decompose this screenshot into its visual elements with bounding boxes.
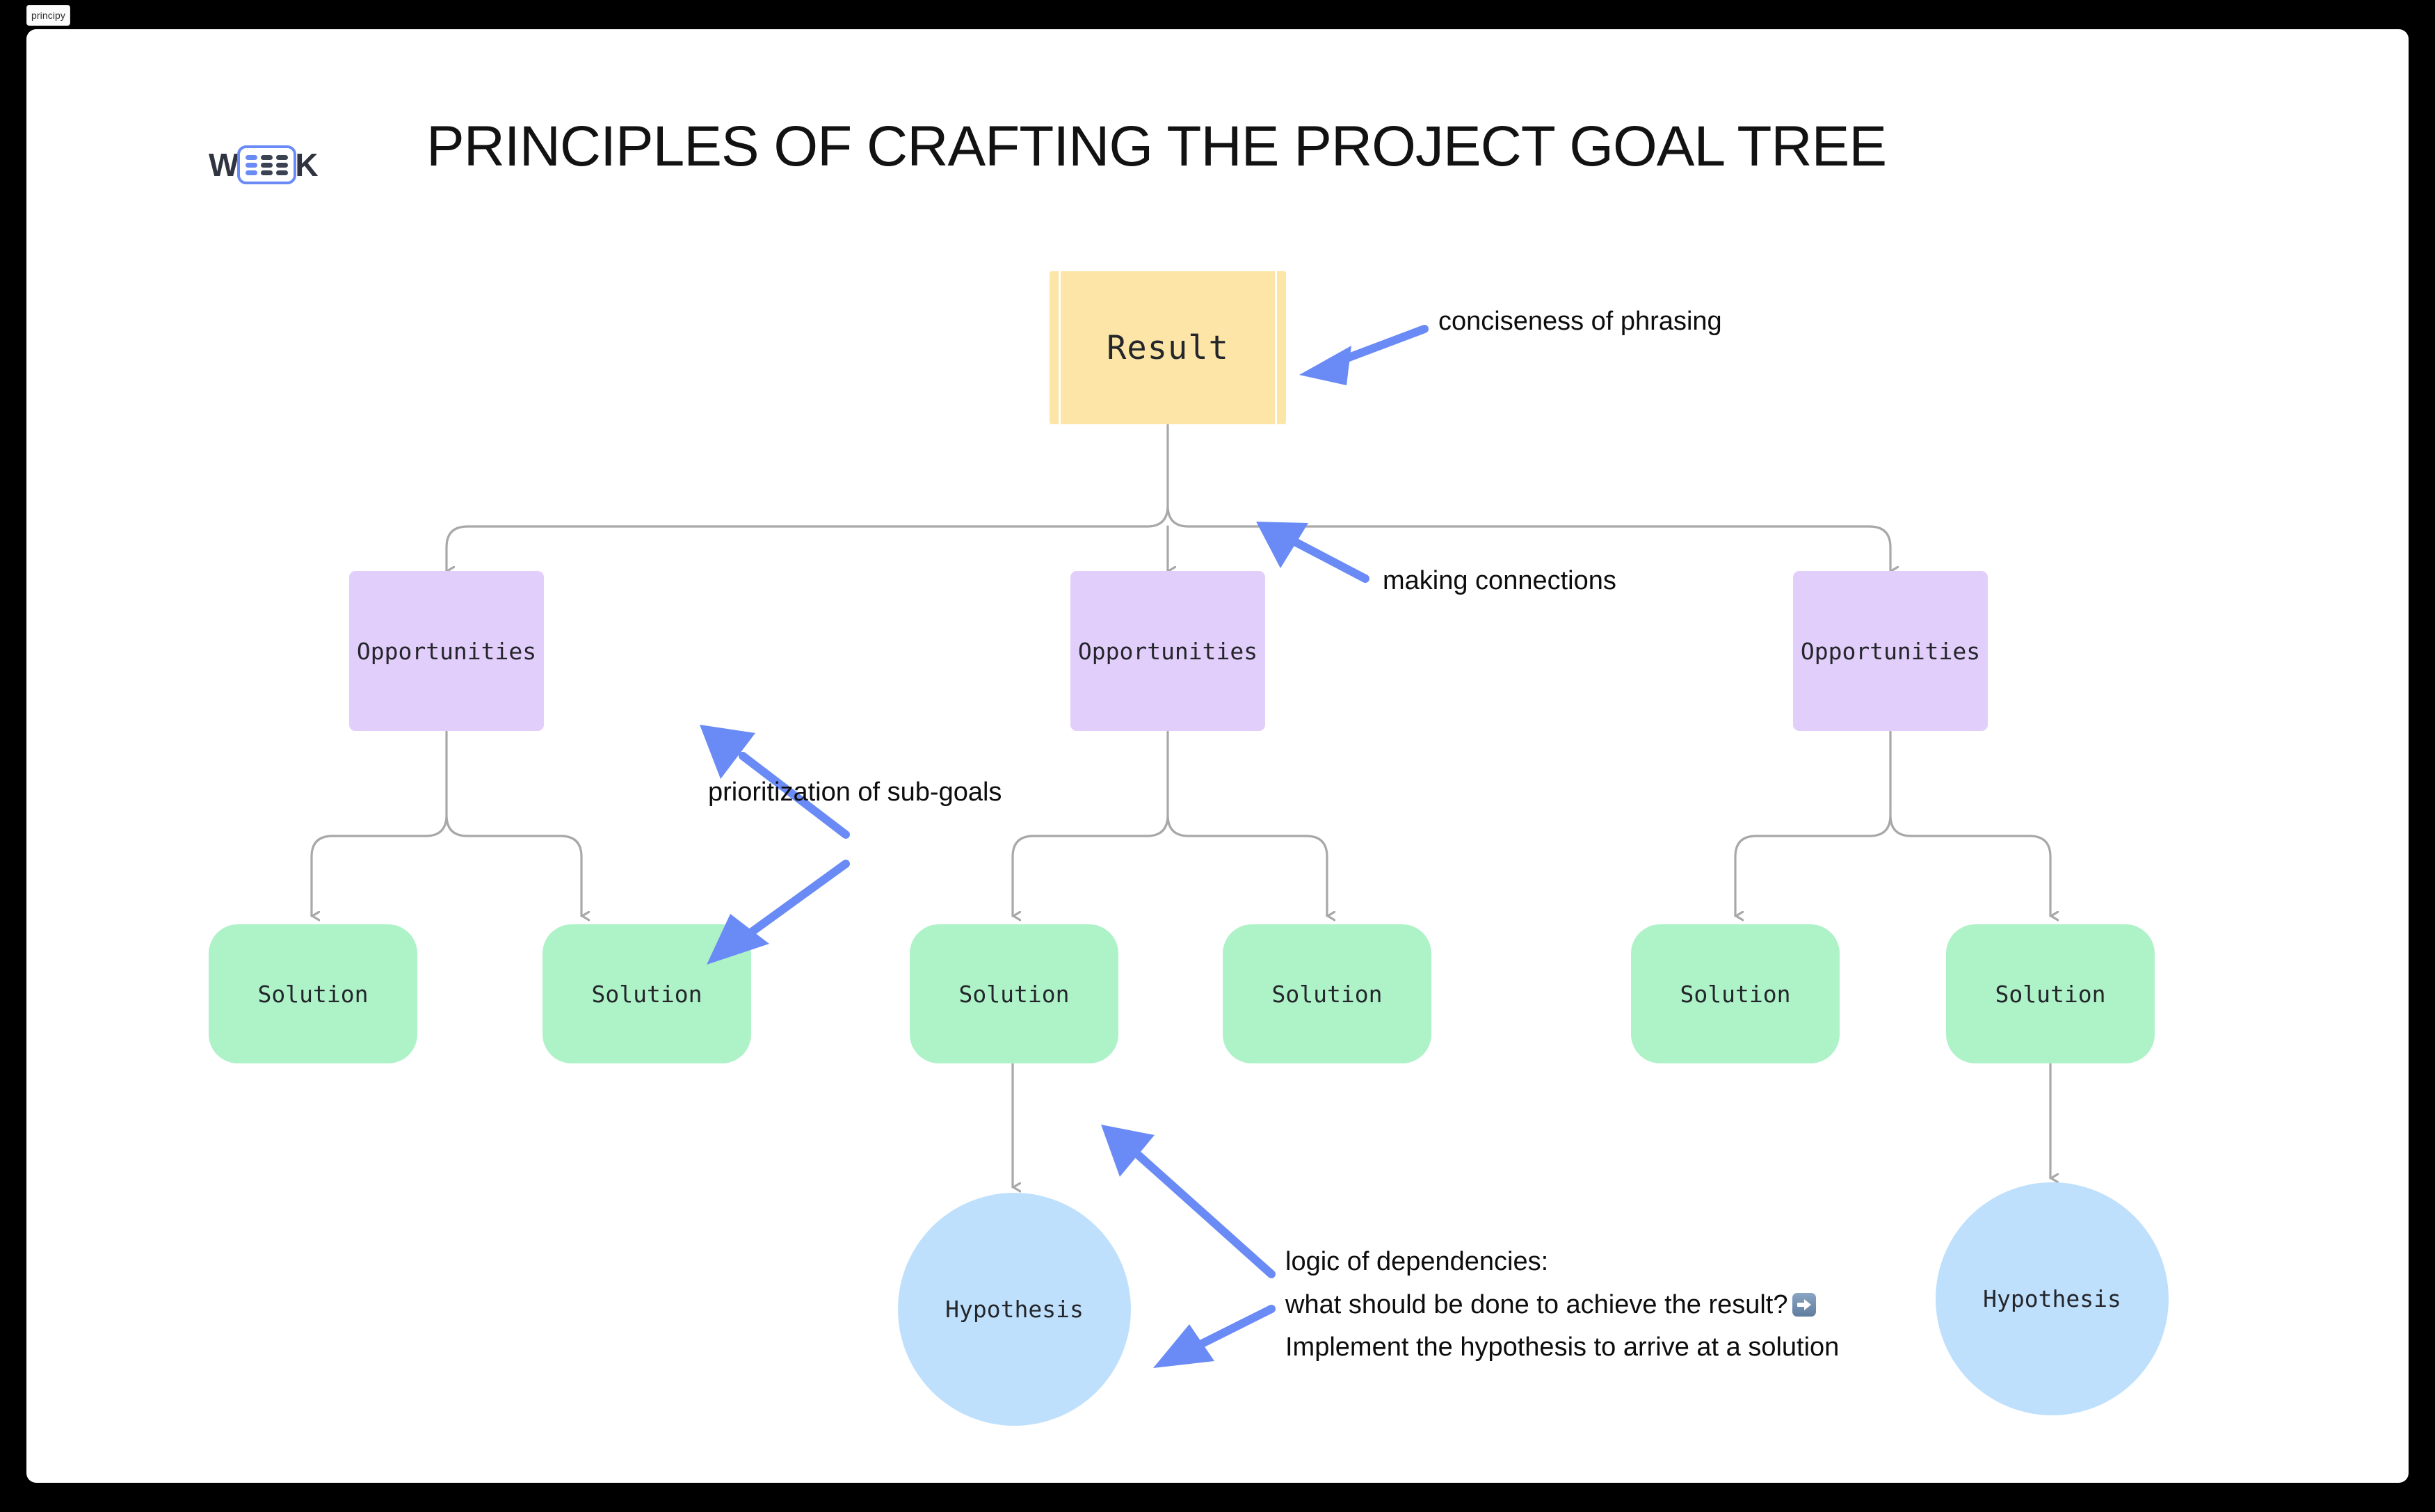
arrow-prioritization-up-head — [700, 725, 755, 779]
wire-to-sol-3 — [1011, 835, 1035, 916]
node-opportunities-1[interactable]: Opportunities — [349, 571, 544, 731]
wire-to-opp-3 — [1868, 525, 1890, 571]
logo-dash — [276, 154, 289, 160]
logo-letter-k: K — [295, 147, 319, 183]
slide-canvas: W K PRINCIPLES OF CRAFTING THE PROJECT G… — [26, 29, 2409, 1483]
weeek-logo: W K — [209, 145, 319, 185]
node-hypothesis-1[interactable]: Hypothesis — [898, 1193, 1131, 1426]
browser-tab-principy[interactable]: principy — [26, 5, 70, 26]
annotation-prioritization: prioritization of sub-goals — [708, 778, 1002, 807]
right-arrow-icon — [1792, 1292, 1816, 1317]
wire-to-sol-4 — [1305, 835, 1327, 916]
annotation-dependencies-line-2-text: what should be done to achieve the resul… — [1285, 1289, 1788, 1319]
node-solution-5[interactable]: Solution — [1631, 924, 1840, 1063]
browser-tab-label: principy — [31, 10, 66, 21]
node-solution-2[interactable]: Solution — [543, 924, 751, 1063]
page-root: principy W K PRINCIPLES OF CRAFTING THE … — [0, 0, 2435, 1512]
wire-to-sol-5 — [1734, 835, 1758, 916]
node-solution-label: Solution — [257, 980, 369, 1008]
node-opportunities-label: Opportunities — [1800, 637, 1981, 665]
logo-grid-row — [246, 170, 289, 175]
node-hypothesis-label: Hypothesis — [1983, 1285, 2121, 1312]
annotation-dependencies-line-2: what should be done to achieve the resul… — [1285, 1284, 1839, 1327]
wire-bus-level1 — [466, 505, 1871, 528]
node-solution-4[interactable]: Solution — [1223, 924, 1431, 1063]
arrow-connections-head — [1256, 522, 1308, 568]
wire-to-sol-2 — [559, 835, 581, 916]
node-solution-label: Solution — [958, 980, 1070, 1008]
logo-letter-w: W — [209, 147, 239, 183]
logo-grid-row — [246, 154, 289, 160]
page-title: PRINCIPLES OF CRAFTING THE PROJECT GOAL … — [426, 115, 1887, 178]
logo-dash — [246, 162, 258, 168]
node-opportunities-label: Opportunities — [1077, 637, 1258, 665]
logo-dash — [276, 162, 289, 168]
logo-dash — [276, 170, 289, 175]
arrow-dependencies-up-shaft — [1135, 1152, 1276, 1278]
arrow-dependencies-down-shaft — [1191, 1305, 1276, 1351]
annotation-conciseness: conciseness of phrasing — [1438, 307, 1722, 336]
wire-to-sol-1 — [310, 835, 334, 916]
node-hypothesis-2[interactable]: Hypothesis — [1936, 1182, 2169, 1415]
annotation-dependencies-line-1: logic of dependencies: — [1285, 1247, 1549, 1276]
arrow-conciseness-shaft — [1330, 325, 1429, 367]
node-opportunities-3[interactable]: Opportunities — [1793, 571, 1988, 731]
annotation-dependencies-line-3: Implement the hypothesis to arrive at a … — [1285, 1333, 1840, 1362]
node-solution-3[interactable]: Solution — [910, 924, 1118, 1063]
node-solution-label: Solution — [1995, 980, 2106, 1008]
logo-dash — [246, 170, 258, 175]
wire-to-sol-6 — [2028, 835, 2050, 916]
logo-dash — [261, 154, 273, 160]
node-solution-6[interactable]: Solution — [1946, 924, 2155, 1063]
node-result-label: Result — [1107, 328, 1229, 367]
node-solution-label: Solution — [1680, 980, 1791, 1008]
node-opportunities-2[interactable]: Opportunities — [1070, 571, 1265, 731]
logo-grid-icon — [237, 145, 297, 184]
wire-bus-branch3 — [1755, 814, 2031, 837]
node-solution-label: Solution — [591, 980, 702, 1008]
logo-dash — [261, 170, 273, 175]
wire-bus-branch2 — [1032, 814, 1308, 837]
arrow-prioritization-down-shaft — [746, 860, 850, 938]
arrow-dependencies-up-head — [1101, 1125, 1155, 1177]
arrow-conciseness-head — [1299, 346, 1351, 385]
node-solution-label: Solution — [1271, 980, 1383, 1008]
node-result[interactable]: Result — [1050, 271, 1286, 424]
logo-dash — [246, 154, 258, 160]
node-solution-1[interactable]: Solution — [209, 924, 417, 1063]
annotation-connections: making connections — [1383, 566, 1616, 595]
wire-to-opp-1 — [445, 525, 469, 571]
logo-grid-row — [246, 162, 289, 168]
node-hypothesis-label: Hypothesis — [945, 1296, 1084, 1323]
arrow-dependencies-down-head — [1153, 1324, 1214, 1368]
arrow-connections-shaft — [1288, 536, 1369, 583]
node-opportunities-label: Opportunities — [356, 637, 537, 665]
logo-dash — [261, 162, 273, 168]
wire-bus-branch1 — [331, 814, 562, 837]
annotation-dependencies: logic of dependencies: what should be do… — [1285, 1241, 1839, 1369]
